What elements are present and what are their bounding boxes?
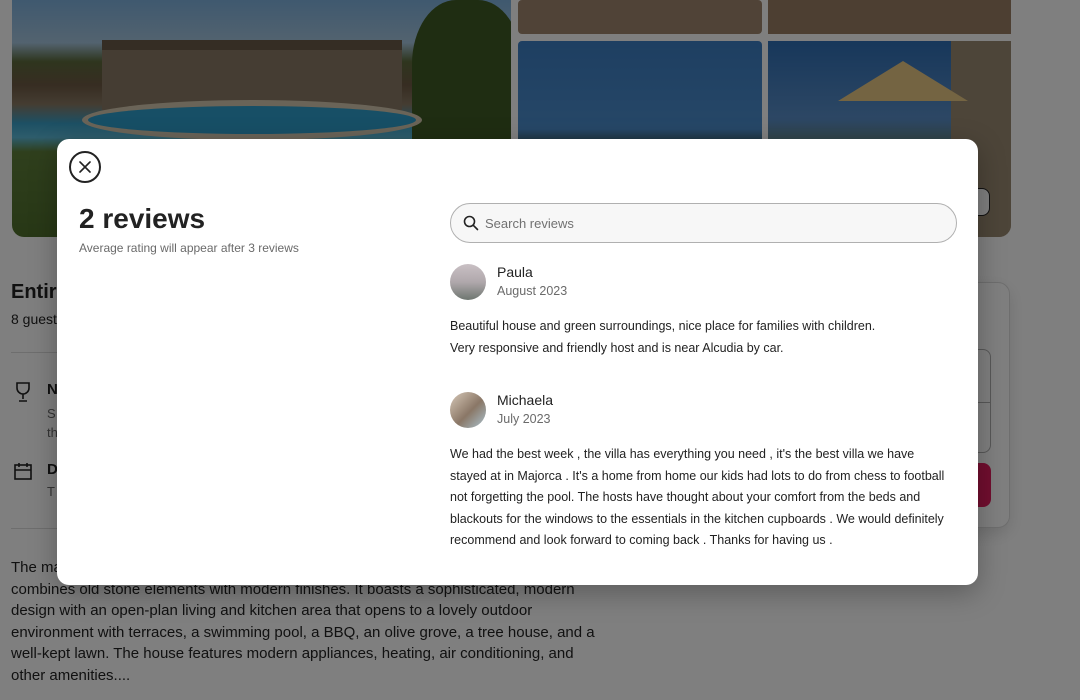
reviewer-name: Paula <box>497 264 533 280</box>
search-reviews-input[interactable] <box>485 210 945 236</box>
search-reviews-box[interactable] <box>450 203 957 243</box>
review-item: Paula August 2023 Beautiful house and gr… <box>450 264 950 364</box>
review-date: July 2023 <box>497 412 551 426</box>
review-item: Michaela July 2023 We had the best week … <box>450 392 950 562</box>
review-date: August 2023 <box>497 284 568 298</box>
review-text: Beautiful house and green surroundings, … <box>450 319 876 355</box>
avatar[interactable] <box>450 392 486 428</box>
avatar[interactable] <box>450 264 486 300</box>
reviews-modal: 2 reviews Average rating will appear aft… <box>57 139 978 585</box>
reviewer-name: Michaela <box>497 392 554 408</box>
search-icon <box>463 215 479 236</box>
review-text: We had the best week , the villa has eve… <box>450 447 945 547</box>
rating-note: Average rating will appear after 3 revie… <box>79 241 299 255</box>
reviews-count-heading: 2 reviews <box>79 203 206 234</box>
close-button[interactable] <box>69 151 101 183</box>
